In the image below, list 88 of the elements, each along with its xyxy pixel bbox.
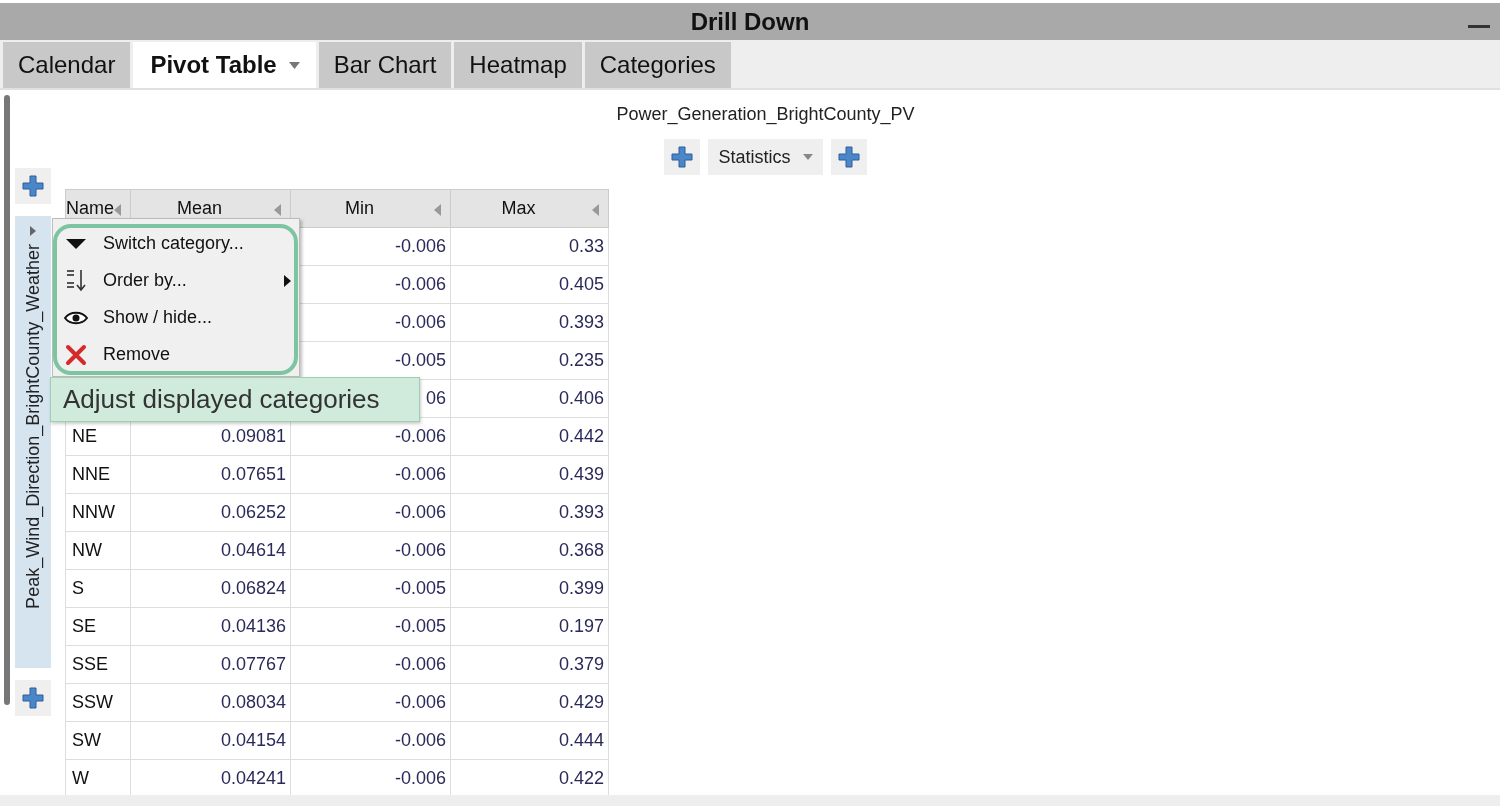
- sort-arrow-icon: [591, 203, 600, 217]
- table-cell: -0.005: [394, 350, 446, 370]
- table-cell: -0.006: [394, 236, 446, 256]
- table-cell: 0.405: [558, 274, 604, 294]
- callout-tooltip: Adjust displayed categories: [50, 377, 420, 422]
- table-cell: 0.235: [558, 350, 604, 370]
- menu-item[interactable]: Order by...: [63, 262, 291, 299]
- expand-arrow-icon[interactable]: [30, 226, 36, 236]
- sort-arrow-icon: [273, 203, 282, 217]
- eye-icon: [64, 310, 88, 325]
- table-cell: -0.006: [394, 274, 446, 294]
- tab[interactable]: Heatmap: [454, 42, 582, 88]
- table-cell: 0.09081: [220, 426, 286, 446]
- table-cell: 0.406: [558, 388, 604, 408]
- add-button[interactable]: [664, 139, 701, 175]
- tab[interactable]: Categories: [584, 42, 731, 88]
- sort-arrow-icon: [113, 203, 122, 217]
- table-cell: -0.006: [394, 312, 446, 332]
- row-field-label: Peak_Wind_Direction_BrightCounty_Weather: [22, 244, 44, 609]
- add-button[interactable]: [15, 680, 51, 716]
- close-icon: [65, 343, 87, 366]
- table-cell: 0.393: [558, 312, 604, 332]
- table-cell: -0.006: [394, 730, 446, 750]
- table-cell: 0.379: [558, 654, 604, 674]
- table-cell: 0.04241: [220, 768, 286, 788]
- table-cell: 0.399: [558, 578, 604, 598]
- table-cell: -0.006: [394, 768, 446, 788]
- row-label: SSW: [72, 692, 113, 712]
- table-cell: 0.439: [558, 464, 604, 484]
- triangle-icon: [65, 237, 87, 250]
- table-cell: 0.422: [558, 768, 604, 788]
- plus-icon: [671, 146, 694, 168]
- row-label: NNW: [72, 502, 115, 522]
- menu-item[interactable]: Show / hide...: [63, 299, 291, 336]
- table-cell: 0.04136: [220, 616, 286, 636]
- row-label: SW: [72, 730, 101, 750]
- table-cell: 0.33: [568, 236, 604, 256]
- add-button[interactable]: [830, 139, 867, 175]
- table-cell: -0.006: [394, 540, 446, 560]
- table-cell: 06: [425, 388, 446, 408]
- column-header[interactable]: Min: [290, 189, 451, 228]
- table-cell: -0.005: [394, 578, 446, 598]
- menu-item[interactable]: Switch category...: [63, 225, 291, 262]
- table-cell: -0.006: [394, 426, 446, 446]
- table-cell: 0.04614: [220, 540, 286, 560]
- table-cell: 0.07651: [220, 464, 286, 484]
- row-label: NNE: [72, 464, 110, 484]
- table-cell: 0.429: [558, 692, 604, 712]
- table-cell: -0.006: [394, 502, 446, 522]
- table-cell: -0.006: [394, 464, 446, 484]
- table-cell: 0.06252: [220, 502, 286, 522]
- row-label: SSE: [72, 654, 109, 674]
- table-cell: -0.006: [394, 692, 446, 712]
- add-button[interactable]: [15, 168, 51, 204]
- statistics-dropdown[interactable]: Statistics: [708, 139, 823, 175]
- row-label: W: [72, 768, 89, 788]
- table-cell: -0.005: [394, 616, 446, 636]
- plus-icon: [22, 175, 44, 197]
- sort-icon: [65, 267, 87, 294]
- table-cell: 0.08034: [220, 692, 286, 712]
- table-cell: 0.04154: [220, 730, 286, 750]
- table-cell: 0.197: [558, 616, 604, 636]
- tab[interactable]: Bar Chart: [318, 42, 452, 88]
- scrollbar[interactable]: [4, 95, 10, 705]
- tab[interactable]: Calendar: [3, 42, 131, 88]
- table-cell: 0.06824: [220, 578, 286, 598]
- table-cell: 0.368: [558, 540, 604, 560]
- tab[interactable]: Pivot Table: [133, 42, 316, 88]
- plus-icon: [22, 687, 44, 709]
- table-cell: 0.442: [558, 426, 604, 446]
- window-title: Drill Down: [690, 7, 810, 36]
- table-cell: 0.393: [558, 502, 604, 522]
- caret-icon: [802, 154, 813, 160]
- column-header[interactable]: Max: [450, 189, 609, 228]
- submenu-arrow-icon: [284, 274, 291, 287]
- table-cell: 0.07767: [220, 654, 286, 674]
- menu-item[interactable]: Remove: [63, 336, 291, 373]
- row-field-panel[interactable]: Peak_Wind_Direction_BrightCounty_Weather: [15, 216, 51, 668]
- table-cell: -0.006: [394, 654, 446, 674]
- row-label: NW: [72, 540, 102, 560]
- column-field-label: Power_Generation_BrightCounty_PV: [616, 104, 915, 125]
- row-label: S: [72, 578, 84, 598]
- table-cell: 0.444: [558, 730, 604, 750]
- sort-arrow-icon: [433, 203, 442, 217]
- plus-icon: [837, 146, 860, 168]
- caret-icon: [288, 61, 300, 69]
- row-label: NE: [72, 426, 97, 446]
- row-label: SE: [72, 616, 96, 636]
